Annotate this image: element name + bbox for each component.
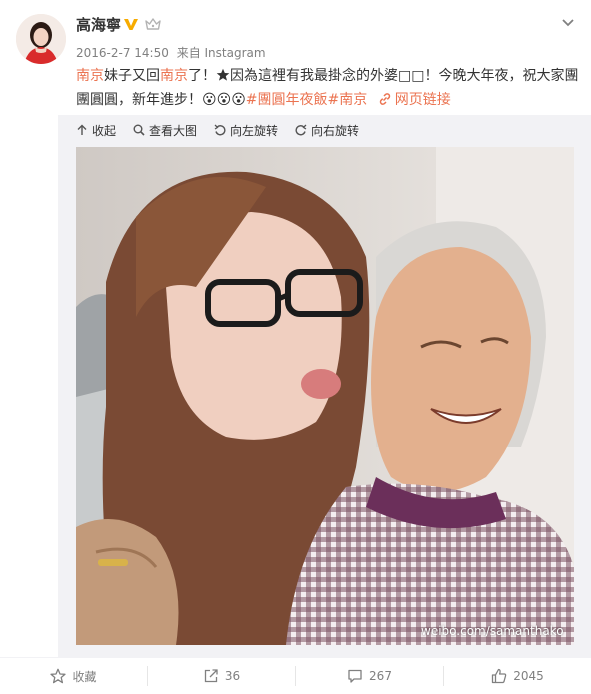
rotate-left-icon — [214, 124, 226, 136]
web-link[interactable]: 网页链接 — [372, 92, 451, 108]
link-icon — [379, 93, 390, 105]
collapse-button[interactable]: 收起 — [76, 122, 116, 139]
star-outline-icon — [50, 668, 67, 684]
rotate-left-button[interactable]: 向左旋转 — [214, 122, 278, 139]
post-text-part-1: 妹子又回 — [104, 68, 160, 84]
chevron-down-icon[interactable] — [560, 14, 576, 30]
vip-verified-icon — [124, 19, 138, 30]
favorite-button[interactable]: 收藏 — [0, 666, 147, 686]
magnifier-icon — [133, 124, 145, 136]
like-button[interactable]: 2045 — [443, 666, 591, 686]
comment-icon — [348, 669, 362, 683]
post-source[interactable]: 来自 Instagram — [177, 46, 266, 60]
post-text: 南京妹子又回南京了！ 因為這裡有我最掛念的外婆□□！今晚大年夜，祝大家團團圓圓，新… — [76, 64, 581, 112]
favorite-label: 收藏 — [72, 669, 97, 684]
arrow-up-icon — [77, 124, 87, 135]
emoji-faces: 😮😮😮 — [202, 92, 246, 108]
post-photo[interactable] — [76, 147, 574, 645]
rotate-right-button[interactable]: 向右旋转 — [295, 122, 359, 139]
location-link-nanjing-2[interactable]: 南京 — [160, 68, 188, 84]
post-text-part-3: 因為這裡有我最掛念的外婆 — [230, 68, 398, 84]
post-text-part-2: 了！ — [188, 68, 216, 84]
like-count: 2045 — [513, 669, 544, 683]
post-footer: 收藏 36 267 2045 — [0, 657, 591, 694]
rotate-right-icon — [295, 124, 307, 136]
view-large-button[interactable]: 查看大图 — [133, 122, 197, 139]
repost-count: 36 — [224, 669, 241, 683]
star-icon — [216, 68, 230, 81]
comment-count: 267 — [369, 669, 392, 683]
post-meta: 2016-2-7 14:50 来自 Instagram — [76, 44, 270, 61]
media-toolbar: 收起 查看大图 向左旋转 向右旋转 — [76, 121, 376, 139]
rotate-left-label: 向左旋转 — [230, 123, 279, 138]
image-watermark: weibo.com/samanthako — [421, 624, 564, 638]
repost-button[interactable]: 36 — [147, 666, 295, 686]
post-timestamp[interactable]: 2016-2-7 14:50 — [76, 46, 169, 60]
author-name[interactable]: 高海寧 — [76, 14, 121, 35]
author-avatar[interactable] — [16, 14, 66, 64]
location-link-nanjing-1[interactable]: 南京 — [76, 68, 104, 84]
rotate-right-label: 向右旋转 — [311, 123, 360, 138]
post-text-boxes: □□ — [398, 68, 425, 84]
share-icon — [204, 669, 218, 683]
hashtag-reunion-dinner[interactable]: #團圓年夜飯 — [246, 92, 328, 108]
crown-icon — [145, 18, 161, 30]
view-large-label: 查看大图 — [149, 123, 198, 138]
weibo-post-card: 高海寧 2016-2-7 14:50 来自 Instagram 南京妹子又回南京… — [0, 0, 591, 694]
web-link-label: 网页链接 — [394, 92, 451, 108]
collapse-label: 收起 — [92, 123, 117, 138]
comment-button[interactable]: 267 — [295, 666, 443, 686]
hashtag-nanjing[interactable]: #南京 — [328, 92, 368, 108]
thumbs-up-icon — [492, 668, 507, 684]
